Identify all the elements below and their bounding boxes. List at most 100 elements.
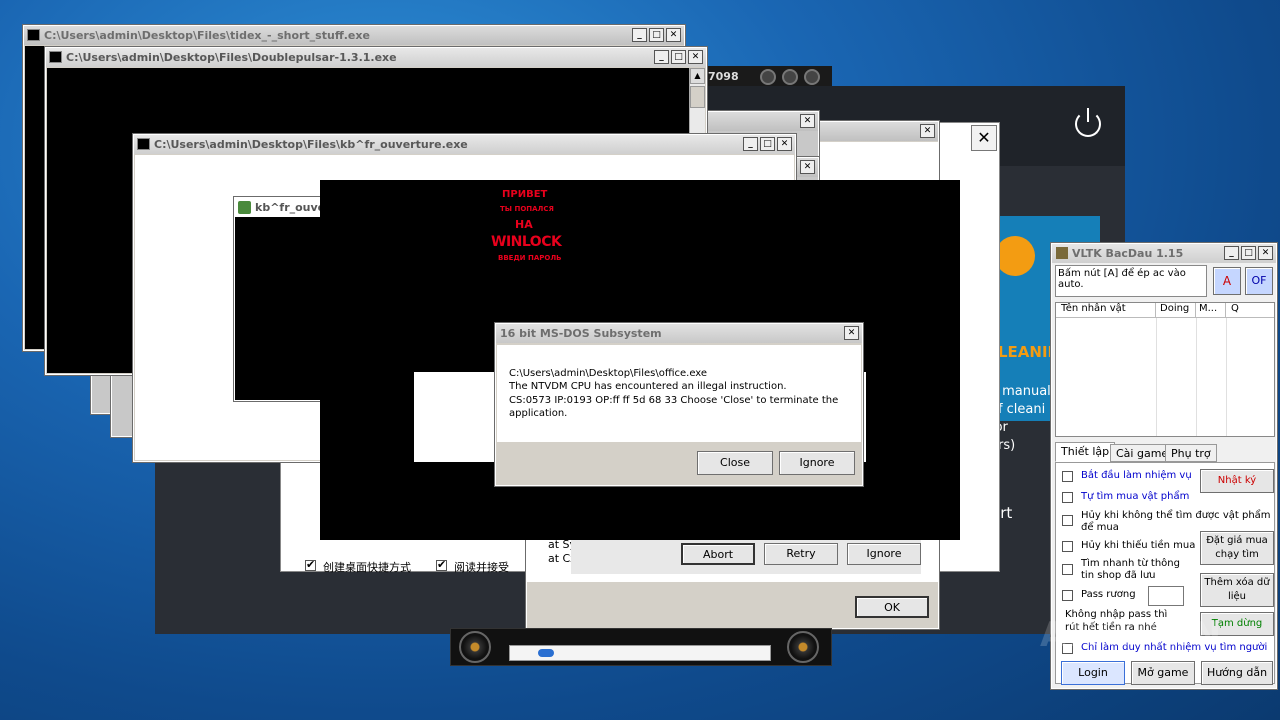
anyrun-watermark: ANY.RUN <box>1040 615 1223 655</box>
power-icon-line <box>1087 108 1089 122</box>
msdos-line2: CS:0573 IP:0193 OP:ff ff 5d 68 33 Choose… <box>509 395 839 406</box>
close-icon[interactable]: ✕ <box>666 28 681 42</box>
column-divider <box>1196 318 1197 436</box>
msdos-line1: The NTVDM CPU has encountered an illegal… <box>509 381 787 392</box>
vltk-character-table[interactable]: Tên nhân vật Doing M... Q <box>1055 302 1275 437</box>
seek-thumb[interactable] <box>538 649 554 657</box>
msdos-close-button[interactable]: Close <box>697 451 773 475</box>
login-button[interactable]: Login <box>1061 661 1125 685</box>
mo-game-button[interactable]: Mở game <box>1131 661 1195 685</box>
msdos-titlebar[interactable]: 16 bit MS-DOS Subsystem ✕ <box>496 324 862 343</box>
vltk-of-button[interactable]: OF <box>1245 267 1273 295</box>
scroll-thumb[interactable] <box>690 86 705 108</box>
winlock-line1: ПРИВЕТ <box>502 189 548 200</box>
column-header-q[interactable]: Q <box>1226 303 1274 318</box>
close-icon[interactable]: ✕ <box>777 137 792 151</box>
minimize-icon[interactable]: _ <box>654 50 669 64</box>
gear-icon <box>995 236 1035 276</box>
option-label-start: Bắt đầu làm nhiệm vụ <box>1081 470 1192 481</box>
kbfr-titlebar[interactable]: C:\Users\admin\Desktop\Files\kb^fr_ouver… <box>134 135 795 154</box>
column-header-name[interactable]: Tên nhân vật <box>1056 303 1156 318</box>
media-title-fragment: 7098 <box>708 70 739 83</box>
column-header-doing[interactable]: Doing <box>1156 303 1196 318</box>
tidex-title: C:\Users\admin\Desktop\Files\tidex_-_sho… <box>44 29 370 42</box>
tab-phu-tro[interactable]: Phụ trợ <box>1165 444 1217 462</box>
abort-button[interactable]: Abort <box>681 543 755 565</box>
kbfr-title: C:\Users\admin\Desktop\Files\kb^fr_ouver… <box>154 138 468 151</box>
agree-checkbox[interactable]: ✔ <box>436 558 447 571</box>
tidex-titlebar[interactable]: C:\Users\admin\Desktop\Files\tidex_-_sho… <box>24 26 684 45</box>
ignore-button[interactable]: Ignore <box>847 543 921 565</box>
dat-gia-button[interactable]: Đặt giá mua chạy tìm <box>1200 531 1274 565</box>
winlock-line5: ВВЕДИ ПАРОЛЬ <box>498 254 562 262</box>
vltk-hint-box[interactable]: Bấm nút [A] để ép ac vào auto. <box>1055 265 1207 297</box>
column-header-m[interactable]: M... <box>1196 303 1226 318</box>
winlock-line2: ТЫ ПОПАЛСЯ <box>500 205 554 213</box>
seek-bar[interactable] <box>509 645 771 661</box>
tab-thiet-lap[interactable]: Thiết lập <box>1055 442 1116 462</box>
shortcut-label: 创建桌面快捷方式 <box>323 561 411 574</box>
maximize-icon[interactable]: □ <box>649 28 664 42</box>
msdos-path: C:\Users\admin\Desktop\Files\office.exe <box>509 368 708 379</box>
installer-close-button[interactable]: ✕ <box>971 125 997 151</box>
option-checkbox-auto-buy[interactable] <box>1062 492 1073 503</box>
winlock-line3: НА <box>515 218 533 231</box>
close-icon[interactable]: ✕ <box>688 50 703 64</box>
speaker-icon <box>782 69 798 85</box>
close-icon[interactable]: ✕ <box>844 326 859 340</box>
console-icon <box>137 138 150 150</box>
minimize-icon[interactable]: _ <box>632 28 647 42</box>
maximize-icon[interactable]: □ <box>1241 246 1256 260</box>
media-player-bottom <box>450 628 832 666</box>
retry-button[interactable]: Retry <box>764 543 838 565</box>
doublepulsar-titlebar[interactable]: C:\Users\admin\Desktop\Files\Doublepulsa… <box>46 48 706 67</box>
vltk-title: VLTK BacDau 1.15 <box>1072 247 1184 260</box>
option-label-quick-search: Tìm nhanh từ thông tin shop đã lưu <box>1081 558 1180 581</box>
option-label-cancel-money: Hủy khi thiếu tiền mua <box>1081 540 1196 551</box>
minimize-icon[interactable]: _ <box>1224 246 1239 260</box>
nhat-ky-button[interactable]: Nhật ký <box>1200 469 1274 493</box>
column-divider <box>1156 318 1157 436</box>
close-icon[interactable]: ✕ <box>800 160 815 174</box>
vltk-a-button[interactable]: A <box>1213 267 1241 295</box>
them-xoa-button[interactable]: Thêm xóa dữ liệu <box>1200 573 1274 607</box>
msdos-dialog[interactable]: 16 bit MS-DOS Subsystem ✕ C:\Users\admin… <box>494 322 864 487</box>
ok-button[interactable]: OK <box>855 596 929 618</box>
doublepulsar-title: C:\Users\admin\Desktop\Files\Doublepulsa… <box>66 51 397 64</box>
maximize-icon[interactable]: □ <box>760 137 775 151</box>
option-checkbox-quick-search[interactable] <box>1062 564 1073 575</box>
agree-label: 阅读并接受 <box>454 561 509 574</box>
speaker-left-icon <box>459 631 491 663</box>
console-icon <box>49 51 62 63</box>
msdos-title: 16 bit MS-DOS Subsystem <box>500 327 662 340</box>
huong-dan-button[interactable]: Hướng dẫn <box>1201 661 1273 685</box>
speaker-right-icon <box>787 631 819 663</box>
winlock-line4: WINLOCK <box>491 234 562 250</box>
speaker-icon <box>804 69 820 85</box>
shortcut-checkbox[interactable]: ✔ <box>305 558 316 571</box>
option-checkbox-cancel-money[interactable] <box>1062 541 1073 552</box>
option-label-auto-buy: Tự tìm mua vật phẩm <box>1081 491 1190 502</box>
msdos-message-panel: C:\Users\admin\Desktop\Files\office.exe … <box>497 345 861 442</box>
column-divider <box>1226 318 1227 436</box>
vltk-app-icon <box>1056 247 1068 259</box>
pass-input[interactable] <box>1148 586 1184 606</box>
media-player-topbar: 7098 <box>700 66 832 88</box>
speaker-icon <box>760 69 776 85</box>
kbfr-inner-title: kb^fr_ouve <box>255 201 326 214</box>
option-checkbox-start[interactable] <box>1062 471 1073 482</box>
vltk-titlebar[interactable]: VLTK BacDau 1.15 _ □ ✕ <box>1052 244 1276 263</box>
msdos-ignore-button[interactable]: Ignore <box>779 451 855 475</box>
scroll-up-arrow[interactable]: ▲ <box>690 68 705 84</box>
maximize-icon[interactable]: □ <box>671 50 686 64</box>
msdos-line3: application. <box>509 408 568 419</box>
option-label-pass: Pass rương <box>1081 589 1136 600</box>
app-icon <box>238 201 251 214</box>
close-icon[interactable]: ✕ <box>800 114 815 128</box>
console-icon <box>27 29 40 41</box>
minimize-icon[interactable]: _ <box>743 137 758 151</box>
close-icon[interactable]: ✕ <box>1258 246 1273 260</box>
close-icon[interactable]: ✕ <box>920 124 935 138</box>
option-checkbox-pass[interactable] <box>1062 590 1073 601</box>
option-checkbox-cancel-not-found[interactable] <box>1062 515 1073 526</box>
